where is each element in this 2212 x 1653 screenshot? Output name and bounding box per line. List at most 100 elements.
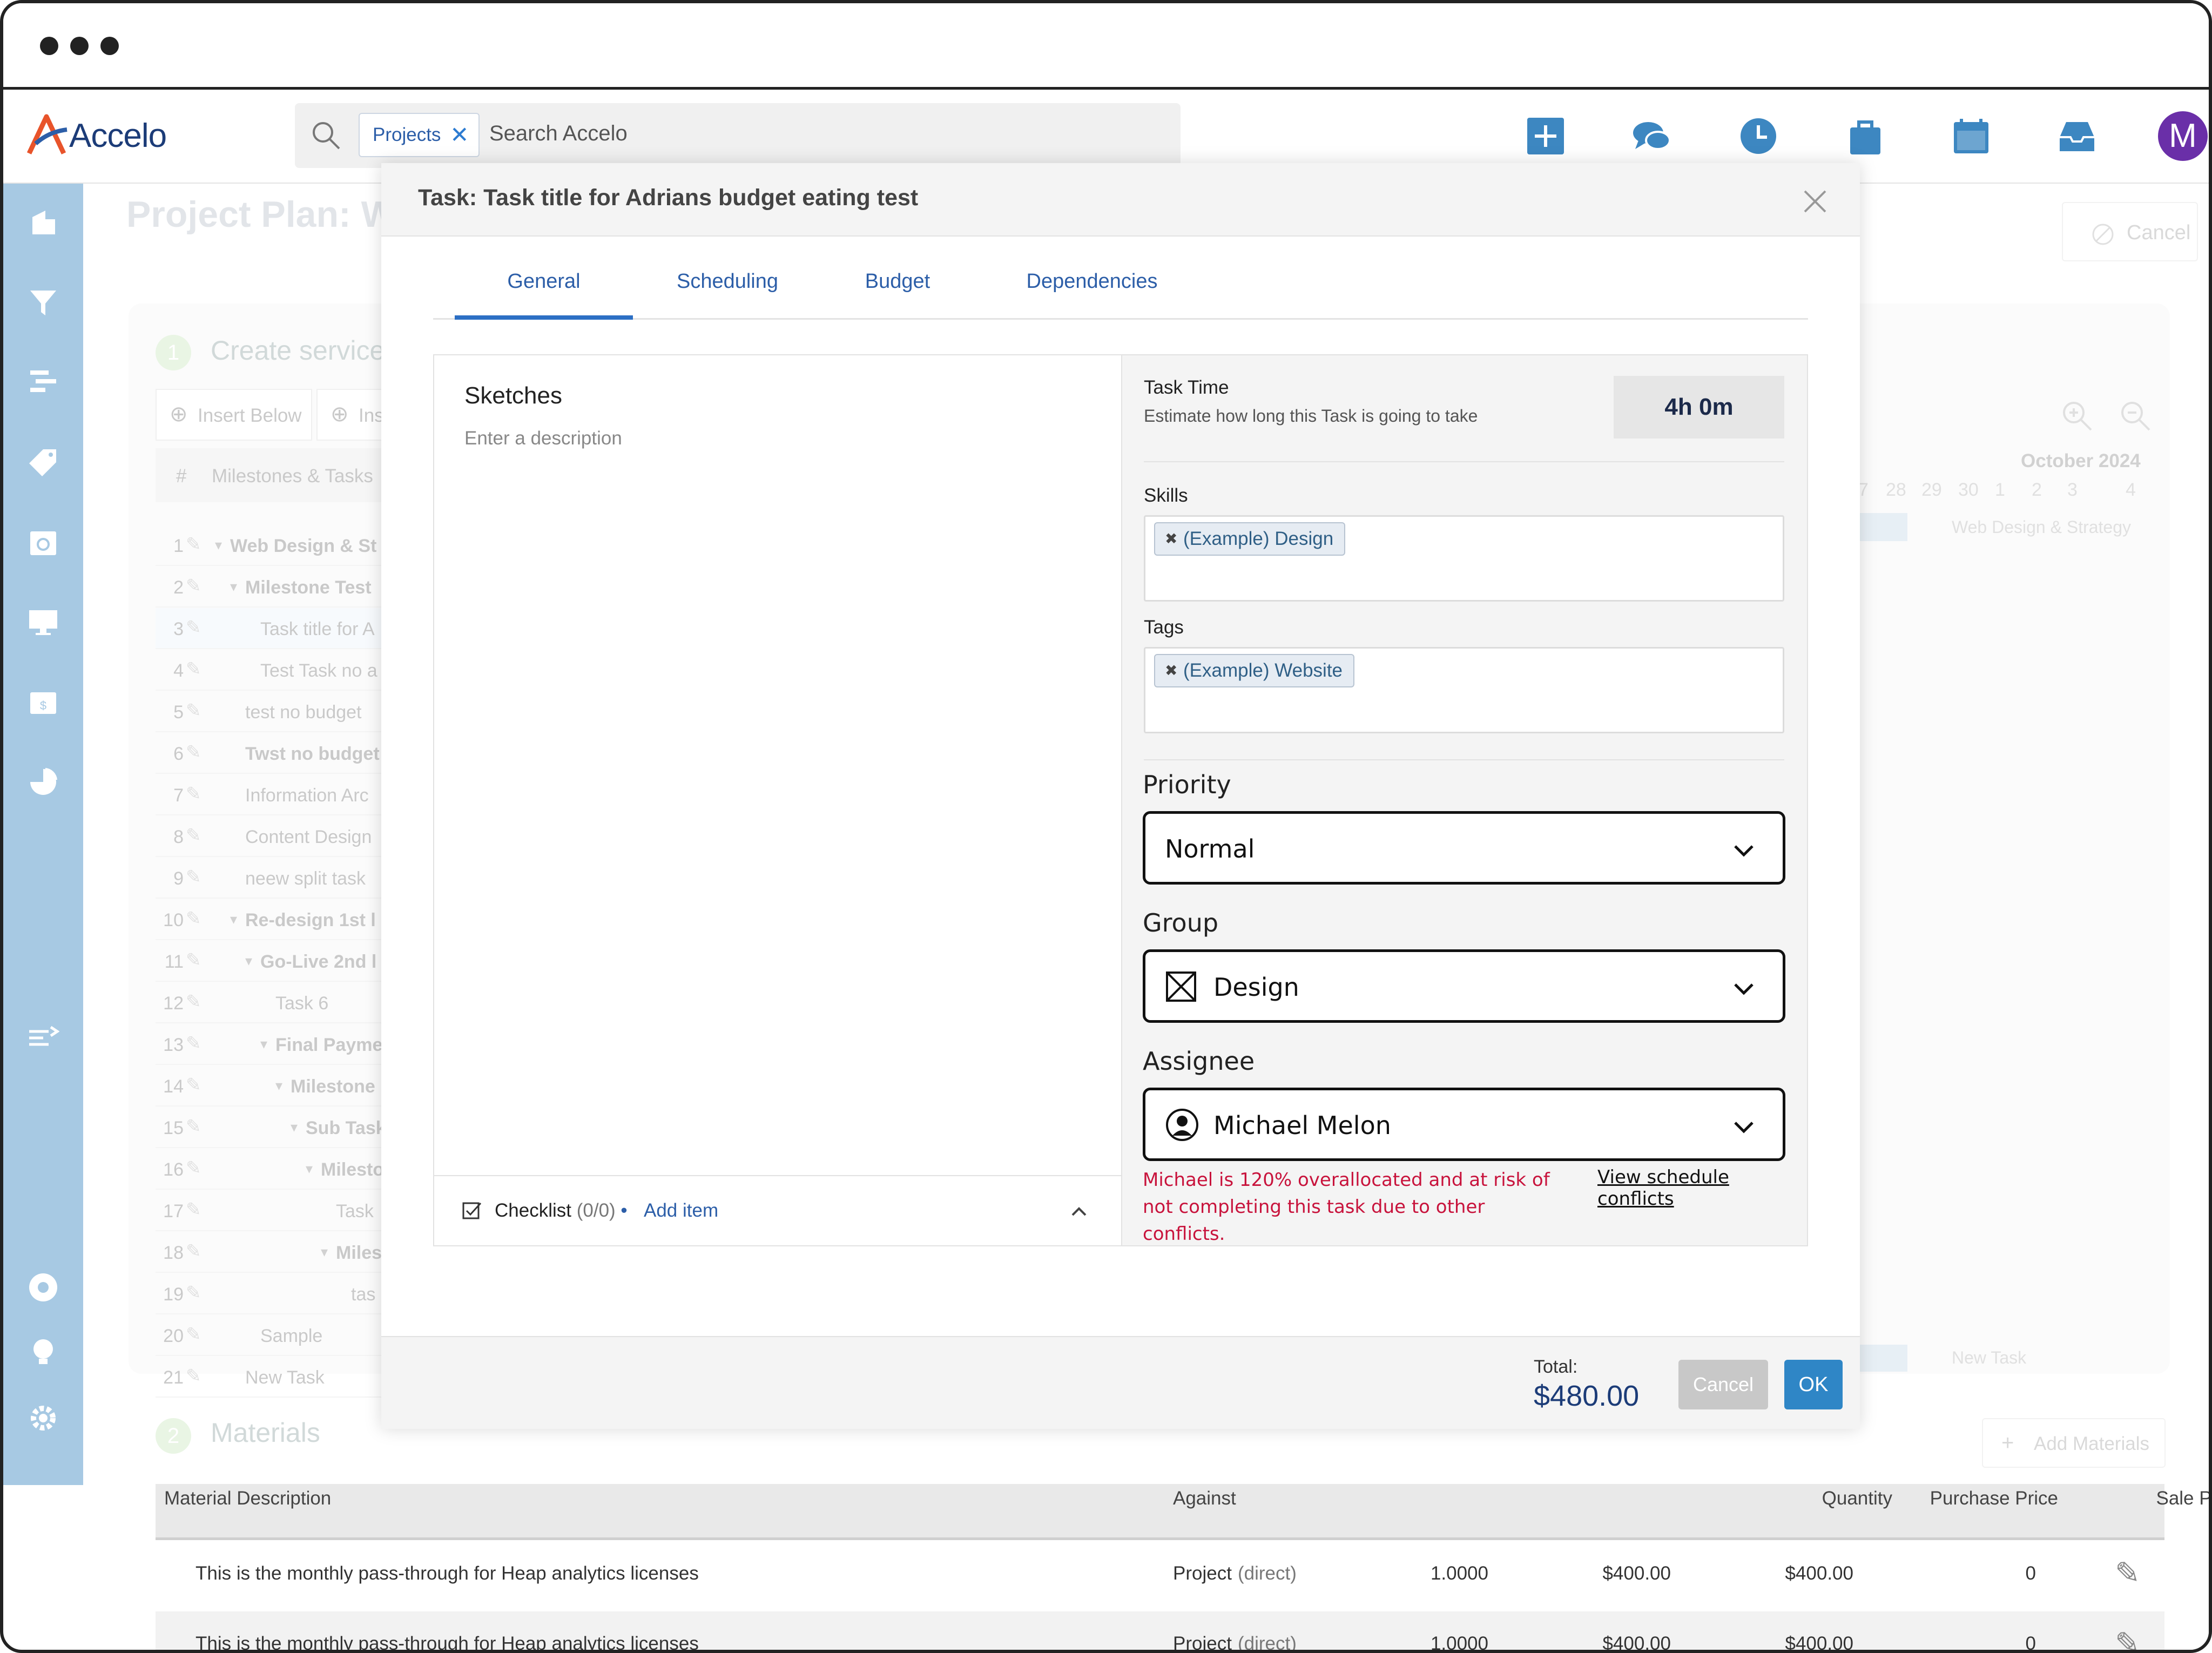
expand-arrow-icon[interactable]: ▾ — [291, 1119, 298, 1136]
expand-arrow-icon[interactable]: ▾ — [230, 578, 237, 595]
edit-pencil-icon[interactable]: ✎ — [186, 949, 201, 971]
edit-pencil-icon[interactable]: ✎ — [186, 1116, 201, 1137]
ok-button[interactable]: OK — [1784, 1360, 1843, 1409]
chip-remove-icon[interactable]: ✕ — [450, 114, 469, 156]
tab-budget[interactable]: Budget — [822, 258, 973, 320]
expand-arrow-icon[interactable]: ▾ — [275, 1077, 282, 1094]
remove-tag-icon[interactable]: ✖ — [1165, 523, 1177, 555]
task-row[interactable]: 16 ✎ ▾ Milesto — [156, 1149, 393, 1190]
edit-pencil-icon[interactable]: ✎ — [186, 658, 201, 680]
task-row[interactable]: 18 ✎ ▾ Miles — [156, 1232, 393, 1273]
billing-icon[interactable]: $ — [27, 686, 59, 718]
expand-arrow-icon[interactable]: ▾ — [245, 953, 252, 969]
cancel-button[interactable]: Cancel — [1678, 1360, 1768, 1409]
group-select[interactable]: Design — [1143, 949, 1785, 1023]
reports-icon[interactable] — [27, 766, 59, 798]
window-dot-close[interactable] — [40, 37, 58, 55]
gantt-icon[interactable] — [27, 365, 59, 397]
task-row[interactable]: 6 ✎ Twst no budget — [156, 733, 393, 774]
expand-arrow-icon[interactable]: ▾ — [230, 911, 237, 928]
lightbulb-icon[interactable] — [27, 1336, 59, 1368]
task-row[interactable]: 15 ✎ ▾ Sub Task — [156, 1107, 393, 1148]
calendar-icon[interactable] — [1951, 116, 1992, 157]
edit-pencil-icon[interactable]: ✎ — [186, 575, 201, 597]
edit-pencil-icon[interactable]: ✎ — [186, 991, 201, 1013]
task-row[interactable]: 13 ✎ ▾ Final Payme — [156, 1024, 393, 1065]
tags-input[interactable]: ✖ (Example) Website — [1144, 647, 1784, 733]
gantt-bar[interactable] — [1860, 513, 1907, 541]
zoom-out-icon[interactable] — [2119, 400, 2152, 432]
task-row[interactable]: 21 ✎ New Task — [156, 1357, 393, 1398]
edit-pencil-icon[interactable]: ✎ — [186, 617, 201, 638]
task-row[interactable]: 3 ✎ Task title for A — [156, 608, 393, 649]
edit-pencil-icon[interactable]: ✎ — [186, 866, 201, 888]
expand-arrow-icon[interactable]: ▾ — [321, 1244, 328, 1260]
task-row[interactable]: 12 ✎ Task 6 — [156, 982, 393, 1023]
recurring-calendar-icon[interactable] — [27, 526, 59, 558]
edit-pencil-icon[interactable]: ✎ — [186, 741, 201, 763]
task-row[interactable]: 2 ✎ ▾ Milestone Test — [156, 566, 393, 608]
task-row[interactable]: 1 ✎ ▾ Web Design & St — [156, 525, 393, 566]
page-cancel-button[interactable]: Cancel — [2062, 202, 2198, 261]
user-avatar[interactable]: M — [2158, 111, 2208, 161]
skills-input[interactable]: ✖ (Example) Design — [1144, 515, 1784, 602]
task-row[interactable]: 14 ✎ ▾ Milestone — [156, 1065, 393, 1107]
tab-scheduling[interactable]: Scheduling — [638, 258, 817, 320]
skill-tag[interactable]: ✖ (Example) Design — [1154, 522, 1346, 556]
settings-gear-icon[interactable] — [27, 1402, 59, 1434]
tab-general[interactable]: General — [455, 258, 633, 320]
search-input[interactable]: Search Accelo — [489, 122, 628, 146]
gantt-bar[interactable] — [1860, 1345, 1907, 1372]
tab-dependencies[interactable]: Dependencies — [989, 258, 1195, 320]
edit-pencil-icon[interactable]: ✎ — [186, 1365, 201, 1387]
global-search[interactable]: Projects ✕ Search Accelo — [295, 103, 1181, 168]
task-row[interactable]: 4 ✎ Test Task no a — [156, 650, 393, 691]
task-row[interactable]: 17 ✎ Task — [156, 1190, 393, 1231]
insert-below-button[interactable]: Insert Below ⊕ — [156, 389, 312, 441]
window-dot-minimize[interactable] — [70, 37, 89, 55]
search-filter-chip[interactable]: Projects ✕ — [359, 113, 480, 157]
expand-arrow-icon[interactable]: ▾ — [215, 537, 222, 554]
task-row[interactable]: 11 ✎ ▾ Go-Live 2nd l — [156, 941, 393, 982]
edit-pencil-icon[interactable]: ✎ — [186, 783, 201, 805]
edit-pencil-icon[interactable]: ✎ — [186, 1199, 201, 1220]
add-icon[interactable] — [1525, 116, 1566, 157]
window-dot-maximize[interactable] — [100, 37, 119, 55]
tag-icon[interactable] — [27, 446, 59, 478]
edit-pencil-icon[interactable]: ✎ — [186, 825, 201, 846]
assignee-select[interactable]: Michael Melon — [1143, 1088, 1785, 1161]
edit-pencil-icon[interactable]: ✎ — [2115, 1625, 2140, 1650]
edit-pencil-icon[interactable]: ✎ — [186, 1033, 201, 1054]
edit-pencil-icon[interactable]: ✎ — [186, 700, 201, 721]
edit-pencil-icon[interactable]: ✎ — [186, 1324, 201, 1345]
description-input[interactable]: Enter a description — [464, 428, 622, 449]
task-row[interactable]: 8 ✎ Content Design — [156, 816, 393, 857]
edit-pencil-icon[interactable]: ✎ — [186, 1240, 201, 1262]
add-checklist-item-link[interactable]: Add item — [644, 1200, 718, 1222]
help-icon[interactable] — [27, 1271, 59, 1304]
edit-pencil-icon[interactable]: ✎ — [186, 1074, 201, 1096]
edit-pencil-icon[interactable]: ✎ — [186, 908, 201, 929]
task-row[interactable]: 20 ✎ Sample — [156, 1315, 393, 1356]
remove-tag-icon[interactable]: ✖ — [1165, 655, 1177, 686]
priority-select[interactable]: Normal — [1143, 811, 1785, 885]
inbox-icon[interactable] — [2056, 116, 2098, 157]
tag-chip[interactable]: ✖ (Example) Website — [1154, 654, 1355, 687]
materials-row[interactable]: This is the monthly pass-through for Hea… — [156, 1541, 2164, 1610]
brand-name[interactable]: Accelo — [69, 117, 167, 155]
building-icon[interactable] — [27, 205, 59, 238]
edit-pencil-icon[interactable]: ✎ — [186, 1282, 201, 1304]
clock-icon[interactable] — [1738, 116, 1779, 157]
chevron-up-icon[interactable] — [1068, 1203, 1090, 1219]
edit-pencil-icon[interactable]: ✎ — [2115, 1555, 2140, 1591]
materials-row[interactable]: This is the monthly pass-through for Hea… — [156, 1611, 2164, 1650]
expand-arrow-icon[interactable]: ▾ — [306, 1161, 313, 1177]
task-row[interactable]: 9 ✎ neew split task — [156, 858, 393, 899]
add-materials-button[interactable]: Add Materials + — [1982, 1418, 2166, 1468]
edit-pencil-icon[interactable]: ✎ — [186, 534, 201, 555]
view-schedule-conflicts-link[interactable]: View schedule conflicts — [1597, 1166, 1807, 1210]
monitor-icon[interactable] — [27, 606, 59, 638]
task-time-value[interactable]: 4h 0m — [1614, 376, 1784, 438]
funnel-icon[interactable] — [27, 286, 59, 319]
chat-icon[interactable] — [1631, 116, 1672, 157]
